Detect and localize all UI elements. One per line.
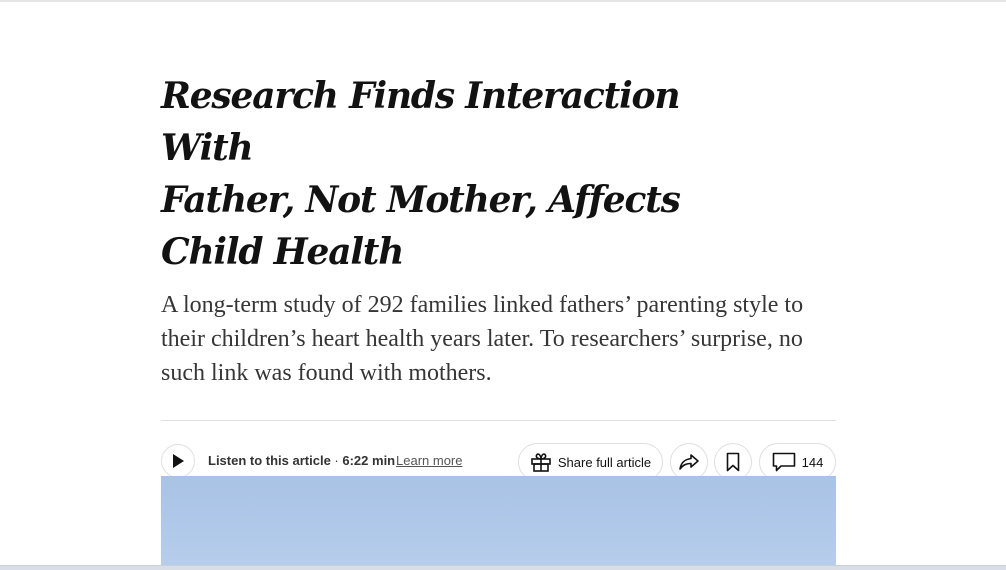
article-summary: A long-term study of 292 families linked… (161, 292, 804, 386)
top-border (0, 0, 1006, 2)
article-header: Research Finds Interaction With Father, … (161, 70, 836, 483)
comment-bubble-icon (772, 452, 796, 472)
learn-more-link[interactable]: Learn more (396, 453, 462, 468)
divider (161, 420, 836, 421)
gift-icon (530, 451, 552, 473)
audio-duration: 6:22 min (342, 453, 396, 468)
headline-line-2: Father, Not Mother, Affects (161, 179, 681, 221)
headline-line-1: Research Finds Interaction With (161, 75, 681, 169)
listen-label-group: Listen to this article · 6:22 min (208, 453, 395, 468)
listen-label: Listen to this article (208, 453, 331, 468)
comments-count: 144 (801, 454, 824, 470)
play-icon (172, 454, 184, 468)
article-headline: Research Finds Interaction With Father, … (161, 70, 781, 278)
bookmark-icon (726, 452, 740, 472)
headline-line-3: Child Health (161, 231, 404, 273)
share-full-article-label: Share full article (557, 454, 652, 470)
bottom-border (0, 565, 1006, 570)
play-audio-button[interactable] (161, 444, 195, 478)
article-lead-image (161, 476, 836, 565)
listen-separator: · (330, 453, 343, 468)
share-arrow-icon (678, 452, 700, 472)
